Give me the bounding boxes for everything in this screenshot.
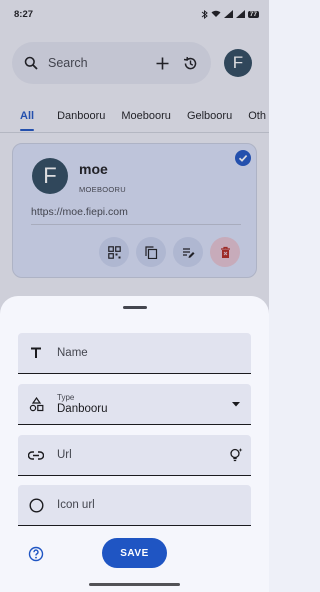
url-field[interactable]: Url bbox=[18, 435, 251, 476]
booru-tabs: All Danbooru Moebooru Gelbooru Oth bbox=[0, 100, 269, 132]
qr-code-button[interactable] bbox=[99, 237, 129, 267]
booru-card[interactable]: F moe MOEBOORU https://moe.fiepi.com bbox=[12, 143, 257, 278]
tab-label: Oth bbox=[248, 110, 266, 122]
delete-button[interactable] bbox=[210, 237, 240, 267]
edit-icon bbox=[182, 247, 194, 258]
status-time: 8:27 bbox=[14, 8, 34, 20]
booru-type: MOEBOORU bbox=[79, 185, 126, 194]
signal-icon-2 bbox=[235, 10, 245, 18]
account-avatar[interactable]: F bbox=[224, 49, 252, 77]
delete-icon bbox=[220, 246, 230, 258]
tab-moebooru[interactable]: Moebooru bbox=[113, 100, 179, 132]
status-bar: 8:27 77 bbox=[0, 0, 269, 28]
add-button[interactable] bbox=[151, 52, 173, 74]
tabs-divider bbox=[0, 132, 269, 133]
selected-check-icon[interactable] bbox=[235, 150, 251, 166]
tab-label: Moebooru bbox=[121, 110, 171, 122]
search-icon bbox=[24, 56, 38, 70]
tab-other[interactable]: Oth bbox=[240, 100, 269, 132]
sheet-drag-handle[interactable] bbox=[123, 306, 147, 309]
add-booru-sheet: Name Type Danbooru Url Icon url SAVE bbox=[0, 296, 269, 592]
gesture-nav-bar[interactable] bbox=[89, 583, 180, 586]
icon-url-field[interactable]: Icon url bbox=[18, 485, 251, 526]
url-divider bbox=[31, 224, 241, 225]
battery-level: 77 bbox=[247, 10, 259, 18]
tab-danbooru[interactable]: Danbooru bbox=[49, 100, 113, 132]
status-icons: 77 bbox=[201, 9, 259, 19]
booru-name: moe bbox=[79, 161, 108, 177]
tab-gelbooru[interactable]: Gelbooru bbox=[179, 100, 240, 132]
type-dropdown[interactable]: Type Danbooru bbox=[18, 384, 251, 425]
title-icon bbox=[18, 333, 54, 374]
lightbulb-icon[interactable] bbox=[221, 435, 251, 476]
search-bar[interactable]: Search bbox=[12, 42, 211, 84]
category-icon bbox=[18, 384, 54, 425]
plus-icon bbox=[156, 57, 168, 69]
circle-icon bbox=[18, 485, 54, 526]
search-input[interactable]: Search bbox=[48, 56, 145, 70]
qr-code-icon bbox=[107, 245, 121, 259]
icon-url-placeholder: Icon url bbox=[57, 499, 95, 511]
name-placeholder: Name bbox=[57, 347, 88, 359]
copy-icon bbox=[144, 245, 157, 259]
tab-label: Gelbooru bbox=[186, 110, 233, 122]
booru-url: https://moe.fiepi.com bbox=[31, 206, 128, 218]
type-label: Type bbox=[57, 393, 75, 402]
signal-icon bbox=[223, 10, 233, 18]
tab-label: Danbooru bbox=[57, 110, 106, 122]
link-icon bbox=[18, 435, 54, 476]
history-button[interactable] bbox=[179, 52, 201, 74]
card-actions bbox=[99, 237, 240, 267]
wifi-icon bbox=[211, 10, 221, 17]
history-icon bbox=[183, 56, 196, 69]
copy-button[interactable] bbox=[136, 237, 166, 267]
save-button[interactable]: SAVE bbox=[102, 538, 167, 568]
tab-all[interactable]: All bbox=[0, 100, 49, 132]
url-placeholder: Url bbox=[57, 449, 72, 461]
tab-label: All bbox=[20, 110, 35, 122]
help-icon[interactable] bbox=[28, 546, 44, 562]
chevron-down-icon bbox=[221, 384, 251, 425]
type-value: Danbooru bbox=[57, 403, 108, 415]
edit-button[interactable] bbox=[173, 237, 203, 267]
booru-avatar: F bbox=[32, 158, 68, 194]
name-field[interactable]: Name bbox=[18, 333, 251, 374]
bluetooth-icon bbox=[201, 9, 208, 19]
